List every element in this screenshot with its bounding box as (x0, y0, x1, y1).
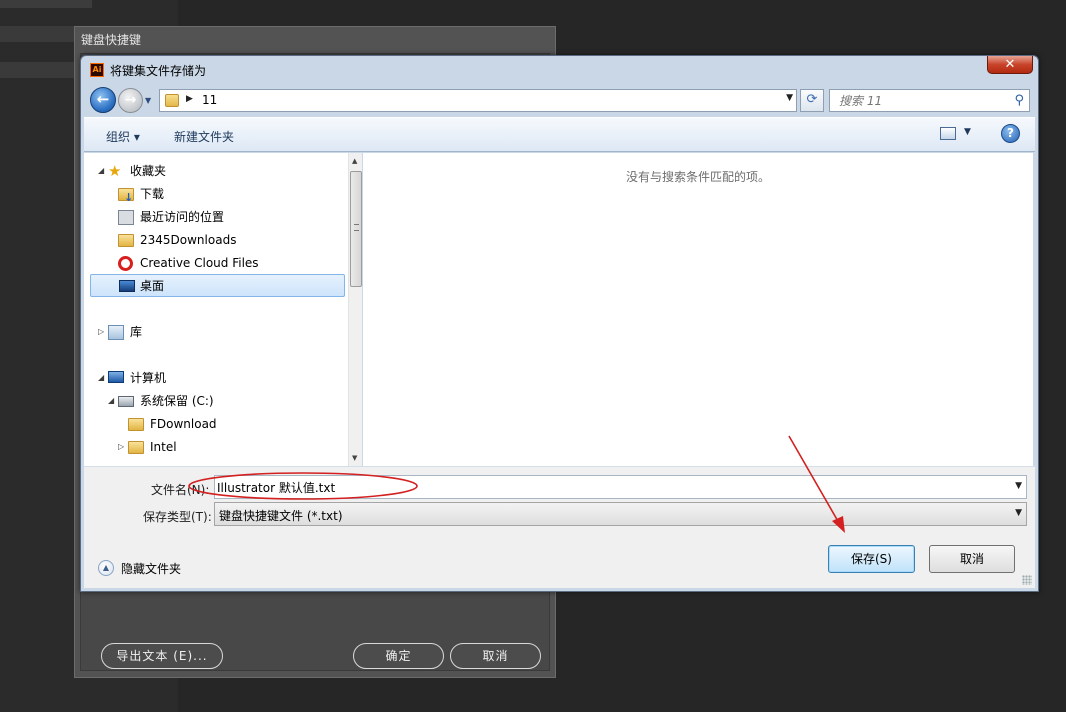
panel-title: 键盘快捷键 (81, 33, 142, 47)
tree-item-label: 桌面 (140, 279, 165, 293)
desktop-icon (119, 280, 135, 292)
organize-menu-button[interactable]: 组织 ▾ (106, 128, 140, 145)
search-input[interactable] (830, 90, 1000, 111)
scroll-down-arrow-icon[interactable]: ▼ (352, 454, 357, 462)
tree-item-label: 下载 (140, 187, 165, 201)
filename-label: 文件名(N): (151, 483, 210, 497)
nav-scrollbar[interactable]: ▲ ▼ (348, 153, 362, 466)
command-toolbar: 组织 ▾ 新建文件夹 ▼ ? (84, 117, 1035, 152)
address-bar[interactable]: ▶ 11 ▼ (159, 89, 797, 112)
tree-item-computer[interactable]: ◢ 计算机 (98, 367, 338, 389)
tree-item-label: Intel (150, 440, 177, 454)
ok-button[interactable]: 确定 (353, 643, 444, 669)
tree-item-creative-cloud[interactable]: Creative Cloud Files (118, 252, 338, 274)
navigation-pane: ◢ ★ 收藏夹 下载 最近访问的位置 2345Downloads Creativ… (84, 153, 362, 466)
folder-icon (118, 234, 134, 247)
empty-results-message: 没有与搜索条件匹配的项。 (625, 170, 770, 184)
illustrator-app-icon: Ai (90, 63, 104, 77)
forward-arrow-icon[interactable]: → (118, 88, 143, 113)
tree-item-favorites[interactable]: ◢ ★ 收藏夹 (98, 160, 338, 182)
folder-icon (128, 418, 144, 431)
creative-cloud-icon (118, 256, 133, 271)
export-text-button[interactable]: 导出文本 (E)... (101, 643, 223, 669)
tree-item-recent-places[interactable]: 最近访问的位置 (118, 206, 338, 228)
folder-icon (128, 441, 144, 454)
filename-combobox[interactable]: ▼ (214, 475, 1027, 499)
panel-cancel-button[interactable]: 取消 (450, 643, 541, 669)
tree-item-downloads[interactable]: 下载 (118, 183, 338, 209)
chevron-down-icon[interactable]: ▼ (1015, 481, 1022, 491)
tree-item-label: Creative Cloud Files (140, 256, 259, 270)
cancel-button[interactable]: 取消 (929, 545, 1015, 573)
file-list-pane[interactable]: 没有与搜索条件匹配的项。 (363, 153, 1033, 466)
expand-arrow-icon[interactable]: ▷ (98, 321, 108, 343)
downloads-folder-icon (118, 187, 134, 209)
collapse-arrow-icon[interactable]: ◢ (108, 390, 118, 412)
star-icon: ★ (108, 162, 122, 180)
tree-item-label: FDownload (150, 417, 217, 431)
tree-item-system-drive[interactable]: ◢ 系统保留 (C:) (108, 390, 338, 412)
tree-item-label: 2345Downloads (140, 233, 237, 247)
scroll-up-arrow-icon[interactable]: ▲ (352, 157, 357, 165)
background-band (0, 26, 76, 42)
search-icon[interactable]: ⚲ (1014, 93, 1024, 108)
tree-item-label: 库 (130, 325, 143, 339)
save-as-dialog: Ai 将键集文件存储为 ✕ ← → ▼ ▶ 11 ▼ ⟳ ⚲ 组织 ▾ 新建文件… (80, 55, 1039, 592)
search-box[interactable]: ⚲ (829, 89, 1030, 112)
collapse-up-icon: ▲ (98, 560, 114, 576)
tree-item-fdownload[interactable]: FDownload (128, 413, 338, 435)
collapse-arrow-icon[interactable]: ◢ (98, 160, 108, 182)
tree-item-desktop[interactable]: 桌面 (90, 274, 345, 297)
change-view-icon[interactable] (940, 127, 956, 140)
tree-item-label: 收藏夹 (130, 164, 167, 178)
filetype-value: 键盘快捷键文件 (*.txt) (219, 509, 343, 523)
save-options-area: 文件名(N): ▼ 保存类型(T): 键盘快捷键文件 (*.txt) ▼ ▲ 隐… (84, 466, 1035, 588)
dialog-title: 将键集文件存储为 (110, 64, 207, 78)
libraries-icon (108, 325, 124, 340)
tree-item-intel[interactable]: ▷ Intel (118, 436, 338, 458)
hide-folders-label: 隐藏文件夹 (121, 562, 182, 576)
scroll-grip-icon (354, 224, 359, 231)
filetype-label: 保存类型(T): (143, 510, 212, 524)
recent-locations-dropdown-icon[interactable]: ▼ (145, 96, 154, 105)
breadcrumb-folder[interactable]: 11 (202, 93, 217, 107)
scrollbar-thumb[interactable] (350, 171, 362, 287)
tree-item-label: 最近访问的位置 (140, 210, 225, 224)
back-arrow-icon[interactable]: ← (90, 87, 116, 113)
refresh-icon[interactable]: ⟳ (800, 89, 824, 112)
tree-item-libraries[interactable]: ▷ 库 (98, 321, 338, 343)
tree-item-label: 系统保留 (C:) (140, 394, 214, 408)
tree-item-2345downloads[interactable]: 2345Downloads (118, 229, 338, 251)
breadcrumb-arrow-icon[interactable]: ▶ (186, 94, 193, 104)
filetype-select[interactable]: 键盘快捷键文件 (*.txt) ▼ (214, 502, 1027, 526)
collapse-arrow-icon[interactable]: ◢ (98, 367, 108, 389)
chevron-down-icon[interactable]: ▼ (786, 93, 793, 103)
chevron-down-icon[interactable]: ▼ (1015, 508, 1022, 518)
drive-icon (118, 396, 134, 407)
close-button[interactable]: ✕ (987, 56, 1033, 74)
new-folder-button[interactable]: 新建文件夹 (174, 128, 234, 145)
expand-arrow-icon[interactable]: ▷ (118, 436, 128, 458)
filename-input[interactable] (215, 476, 995, 498)
help-icon[interactable]: ? (1001, 124, 1020, 143)
view-options-dropdown-icon[interactable]: ▼ (964, 127, 971, 137)
tree-item-label: 计算机 (130, 371, 167, 385)
save-button[interactable]: 保存(S) (828, 545, 915, 573)
computer-icon (108, 371, 124, 383)
background-band (0, 0, 92, 8)
background-band (0, 62, 76, 78)
resize-grip-icon[interactable] (1022, 575, 1032, 585)
folder-icon (165, 94, 179, 107)
recent-places-icon (118, 210, 134, 225)
